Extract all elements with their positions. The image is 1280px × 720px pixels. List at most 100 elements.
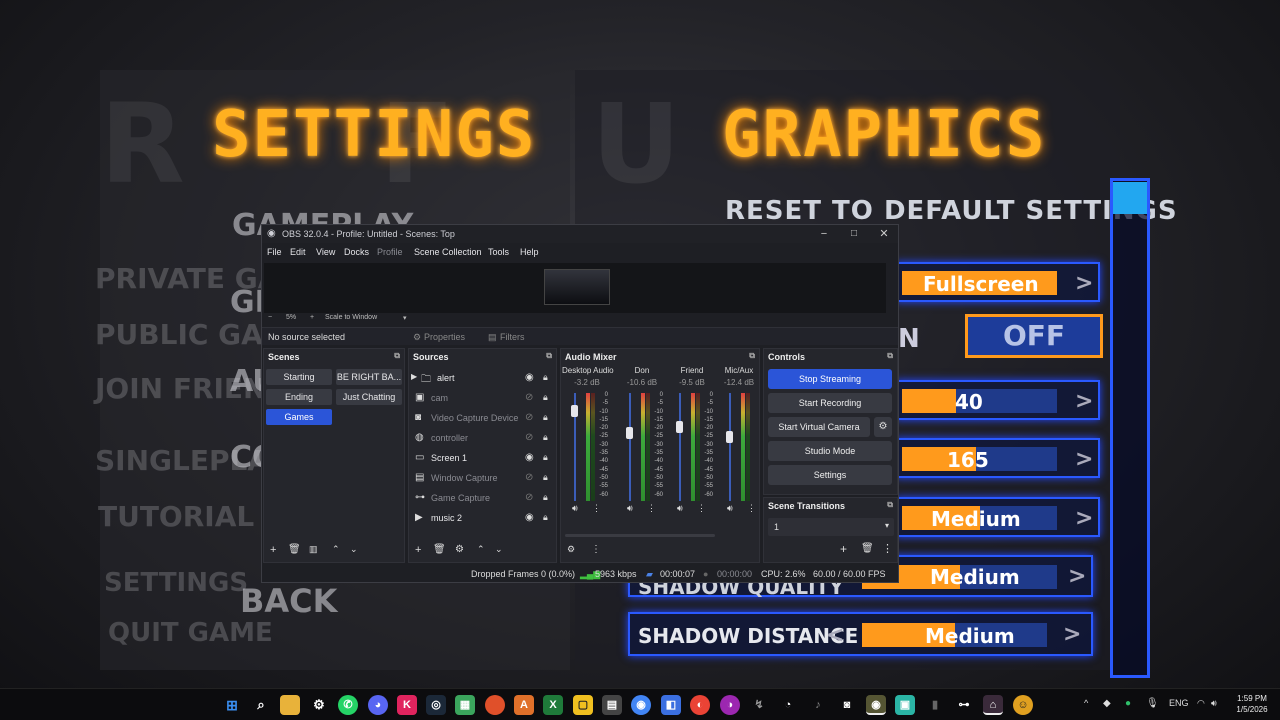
fader-knob[interactable] bbox=[676, 421, 683, 433]
discord-icon[interactable]: ◕ bbox=[368, 695, 388, 715]
arrow-right-icon[interactable]: > bbox=[1063, 622, 1081, 647]
arrow-right-icon[interactable]: > bbox=[1075, 271, 1093, 296]
transition-select[interactable]: 1 ▾ bbox=[768, 518, 894, 536]
fader-knob[interactable] bbox=[626, 427, 633, 439]
steam-icon[interactable]: ◎ bbox=[426, 695, 446, 715]
menu-profile[interactable]: Profile bbox=[377, 247, 403, 257]
tray-chevron-icon[interactable]: ^ bbox=[1084, 698, 1088, 708]
more-icon[interactable]: ⋮ bbox=[697, 503, 706, 514]
option-row-5[interactable]: Medium > bbox=[895, 497, 1100, 537]
speaker-icon[interactable]: 🔊︎ bbox=[677, 503, 683, 514]
lock-icon[interactable]: 🔒︎ bbox=[543, 452, 548, 463]
scale-mode[interactable]: Scale to Window bbox=[325, 314, 377, 321]
more-icon[interactable]: ⋮ bbox=[647, 503, 656, 514]
gear-icon[interactable]: ⚙ bbox=[455, 544, 464, 555]
settings-button[interactable]: Settings bbox=[768, 465, 892, 485]
volume-icon[interactable]: 🔊︎ bbox=[1211, 698, 1217, 709]
kick-icon[interactable]: K bbox=[397, 695, 417, 715]
popout-icon[interactable]: ⧉ bbox=[887, 351, 893, 361]
media-icon[interactable]: ▤ bbox=[602, 695, 622, 715]
chrome-icon[interactable]: ◉ bbox=[631, 695, 651, 715]
arrow-right-icon[interactable]: > bbox=[1075, 389, 1093, 414]
speaker-icon[interactable]: 🔊︎ bbox=[572, 503, 578, 514]
toggle-off[interactable]: OFF bbox=[965, 314, 1103, 358]
game-scrollbar-thumb[interactable] bbox=[1113, 182, 1147, 214]
affinity-icon[interactable]: A bbox=[514, 695, 534, 715]
more-icon[interactable]: ⋮ bbox=[747, 503, 756, 514]
whatsapp-icon[interactable]: ✆ bbox=[338, 695, 358, 715]
option-display-mode[interactable]: Fullscreen > bbox=[895, 262, 1100, 302]
eye-hidden-icon[interactable]: ⊘ bbox=[525, 412, 533, 423]
volume-fader[interactable] bbox=[729, 393, 731, 501]
menu-scene-collection[interactable]: Scene Collection bbox=[414, 247, 482, 257]
add-icon[interactable]: + bbox=[270, 544, 276, 556]
game-taskbar-icon[interactable]: ⌂ bbox=[983, 695, 1003, 715]
photos-icon[interactable]: ◐ bbox=[690, 695, 710, 715]
lock-icon[interactable]: 🔒︎ bbox=[543, 432, 548, 443]
studio-mode-button[interactable]: Studio Mode bbox=[768, 441, 892, 461]
fader-knob[interactable] bbox=[571, 405, 578, 417]
scene-games[interactable]: Games bbox=[266, 409, 332, 425]
trash-icon[interactable]: 🗑 bbox=[433, 544, 446, 555]
microphone-icon[interactable]: 🎙︎ bbox=[1146, 698, 1159, 709]
popout-icon[interactable]: ⧉ bbox=[887, 500, 893, 510]
menu-quit-game[interactable]: QUIT GAME bbox=[108, 618, 273, 648]
scene-just-chatting[interactable]: Just Chatting bbox=[336, 389, 402, 405]
expand-icon[interactable]: ▶ bbox=[411, 372, 417, 381]
move-down-icon[interactable]: ⌄ bbox=[350, 544, 358, 555]
trash-icon[interactable]: 🗑 bbox=[288, 544, 301, 555]
lock-icon[interactable]: 🔒︎ bbox=[543, 392, 548, 403]
properties-button[interactable]: Properties bbox=[424, 332, 465, 342]
lock-icon[interactable]: 🔒︎ bbox=[543, 372, 548, 383]
menu-view[interactable]: View bbox=[316, 247, 335, 257]
preview-area[interactable] bbox=[264, 263, 886, 313]
eye-icon[interactable]: ◉ bbox=[525, 452, 534, 463]
clock[interactable]: 1:59 PM 1/5/2026 bbox=[1230, 693, 1274, 715]
game-scrollbar[interactable] bbox=[1110, 178, 1150, 678]
scene-ending[interactable]: Ending bbox=[266, 389, 332, 405]
app-blue-icon[interactable]: ◧ bbox=[661, 695, 681, 715]
option-shadow-distance[interactable]: SHADOW DISTANCE < Medium > bbox=[628, 612, 1093, 656]
music-icon[interactable]: ♪ bbox=[808, 695, 828, 715]
option-row-4[interactable]: 165 > bbox=[895, 438, 1100, 478]
menu-back[interactable]: BACK bbox=[240, 582, 337, 620]
maximize-button[interactable]: □ bbox=[844, 227, 864, 241]
obs-taskbar-icon[interactable]: ◉ bbox=[866, 695, 886, 715]
more-icon[interactable]: ⋮ bbox=[591, 544, 601, 555]
eye-icon[interactable]: ◉ bbox=[525, 512, 534, 523]
zoom-out-button[interactable]: − bbox=[268, 314, 272, 321]
app-grey-icon[interactable]: ↯ bbox=[749, 695, 769, 715]
speedometer-icon[interactable]: ◔ bbox=[778, 695, 798, 715]
bot-icon[interactable]: ◙ bbox=[837, 695, 857, 715]
more-icon[interactable]: ⋮ bbox=[592, 503, 601, 514]
arrow-right-icon[interactable]: > bbox=[1075, 506, 1093, 531]
scene-be-right-back[interactable]: BE RIGHT BA... bbox=[336, 369, 402, 385]
menu-help[interactable]: Help bbox=[520, 247, 539, 257]
source-video-capture[interactable]: ◙ Video Capture Device ⊘ 🔒︎ bbox=[413, 409, 553, 427]
move-down-icon[interactable]: ⌄ bbox=[495, 544, 503, 555]
game-app-icon[interactable] bbox=[485, 695, 505, 715]
fader-knob[interactable] bbox=[726, 431, 733, 443]
speaker-icon[interactable]: 🔊︎ bbox=[727, 503, 733, 514]
excel-icon[interactable]: X bbox=[543, 695, 563, 715]
lock-icon[interactable]: 🔒︎ bbox=[543, 412, 548, 423]
lock-icon[interactable]: 🔒︎ bbox=[543, 472, 548, 483]
notes-icon[interactable]: ▢ bbox=[573, 695, 593, 715]
mixer-scrollbar[interactable] bbox=[565, 534, 715, 537]
app-dim-icon[interactable]: ▮ bbox=[925, 695, 945, 715]
source-cam[interactable]: ▣ cam ⊘ 🔒︎ bbox=[413, 389, 553, 407]
settings-icon[interactable]: ⚙ bbox=[309, 695, 329, 715]
app-face-icon[interactable]: ☺ bbox=[1013, 695, 1033, 715]
popout-icon[interactable]: ⧉ bbox=[394, 351, 400, 361]
add-icon[interactable]: + bbox=[415, 544, 421, 556]
eye-hidden-icon[interactable]: ⊘ bbox=[525, 472, 533, 483]
filters-button[interactable]: Filters bbox=[500, 332, 525, 342]
stop-streaming-button[interactable]: Stop Streaming bbox=[768, 369, 892, 389]
chat-icon[interactable]: ▣ bbox=[895, 695, 915, 715]
lock-icon[interactable]: 🔒︎ bbox=[543, 512, 548, 523]
chevron-down-icon[interactable]: ▾ bbox=[403, 314, 407, 322]
minecraft-icon[interactable]: ▦ bbox=[455, 695, 475, 715]
source-controller[interactable]: ◍ controller ⊘ 🔒︎ bbox=[413, 429, 553, 447]
volume-fader[interactable] bbox=[629, 393, 631, 501]
popout-icon[interactable]: ⧉ bbox=[749, 351, 755, 361]
